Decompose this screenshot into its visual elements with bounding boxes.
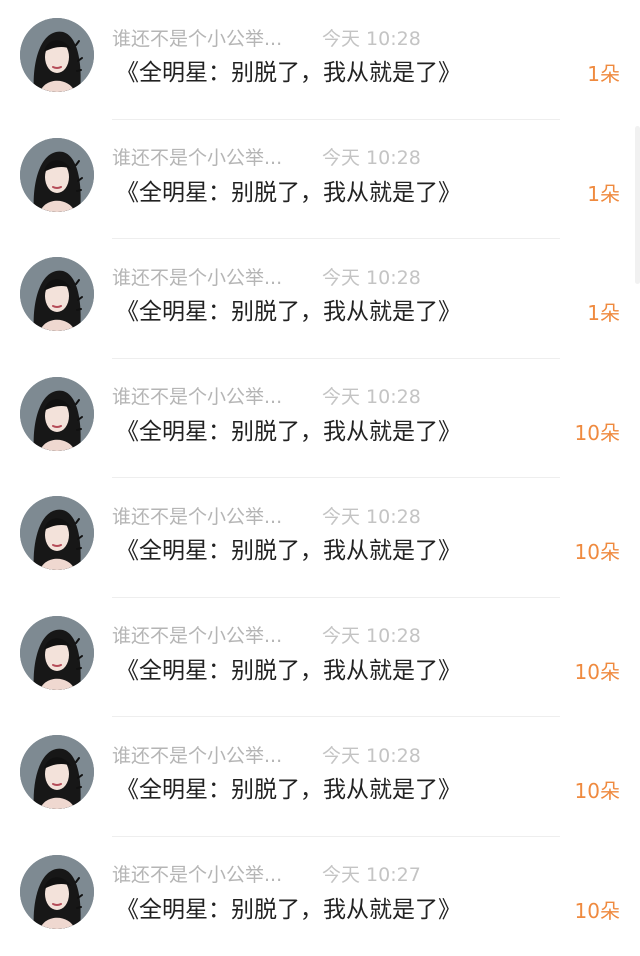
comment-message[interactable]: 《全明星：别脱了，我从就是了》 xyxy=(116,773,461,807)
username[interactable]: 谁还不是个小公举... xyxy=(112,502,310,529)
avatar-portrait-icon[interactable] xyxy=(20,377,94,451)
comment-meta: 谁还不是个小公举... 今天 10:28 xyxy=(112,622,421,648)
username[interactable]: 谁还不是个小公举... xyxy=(112,24,310,51)
avatar-portrait-icon[interactable] xyxy=(20,138,94,212)
comment-meta: 谁还不是个小公举... 今天 10:28 xyxy=(112,24,421,50)
avatar-portrait-icon[interactable] xyxy=(20,616,94,690)
username[interactable]: 谁还不是个小公举... xyxy=(112,382,310,409)
avatar-portrait-icon[interactable] xyxy=(20,855,94,929)
flower-count[interactable]: 10朵 xyxy=(575,655,620,689)
timestamp: 今天 10:28 xyxy=(322,741,421,768)
comment-message[interactable]: 《全明星：别脱了，我从就是了》 xyxy=(116,415,461,449)
comment-meta: 谁还不是个小公举... 今天 10:27 xyxy=(112,861,421,887)
comment-message[interactable]: 《全明星：别脱了，我从就是了》 xyxy=(116,654,461,688)
username[interactable]: 谁还不是个小公举... xyxy=(112,860,310,887)
timestamp: 今天 10:28 xyxy=(322,502,421,529)
avatar-portrait-icon[interactable] xyxy=(20,257,94,331)
flower-count[interactable]: 10朵 xyxy=(575,535,620,569)
comment-meta: 谁还不是个小公举... 今天 10:28 xyxy=(112,263,421,289)
timestamp: 今天 10:28 xyxy=(322,382,421,409)
comment-message[interactable]: 《全明星：别脱了，我从就是了》 xyxy=(116,176,461,210)
comment-message[interactable]: 《全明星：别脱了，我从就是了》 xyxy=(116,534,461,568)
flower-count[interactable]: 10朵 xyxy=(575,774,620,808)
scrollbar-track[interactable] xyxy=(635,126,640,284)
comment-row[interactable]: 谁还不是个小公举... 今天 10:28 《全明星：别脱了，我从就是了》 10朵 xyxy=(0,478,640,598)
comment-row[interactable]: 谁还不是个小公举... 今天 10:28 《全明星：别脱了，我从就是了》 1朵 xyxy=(0,120,640,240)
timestamp: 今天 10:28 xyxy=(322,143,421,170)
comment-message[interactable]: 《全明星：别脱了，我从就是了》 xyxy=(116,56,461,90)
username[interactable]: 谁还不是个小公举... xyxy=(112,143,310,170)
flower-count[interactable]: 1朵 xyxy=(587,177,620,211)
comment-meta: 谁还不是个小公举... 今天 10:28 xyxy=(112,741,421,767)
comment-row[interactable]: 谁还不是个小公举... 今天 10:28 《全明星：别脱了，我从就是了》 1朵 xyxy=(0,239,640,359)
comment-row[interactable]: 谁还不是个小公举... 今天 10:28 《全明星：别脱了，我从就是了》 1朵 xyxy=(0,0,640,120)
timestamp: 今天 10:28 xyxy=(322,621,421,648)
username[interactable]: 谁还不是个小公举... xyxy=(112,741,310,768)
timestamp: 今天 10:27 xyxy=(322,860,421,887)
comment-row[interactable]: 谁还不是个小公举... 今天 10:28 《全明星：别脱了，我从就是了》 10朵 xyxy=(0,598,640,718)
username[interactable]: 谁还不是个小公举... xyxy=(112,263,310,290)
comment-message[interactable]: 《全明星：别脱了，我从就是了》 xyxy=(116,295,461,329)
flower-count[interactable]: 1朵 xyxy=(587,57,620,91)
flower-count[interactable]: 10朵 xyxy=(575,416,620,450)
comment-list: 谁还不是个小公举... 今天 10:28 《全明星：别脱了，我从就是了》 1朵 … xyxy=(0,0,640,956)
comment-row[interactable]: 谁还不是个小公举... 今天 10:28 《全明星：别脱了，我从就是了》 10朵 xyxy=(0,359,640,479)
comment-row[interactable]: 谁还不是个小公举... 今天 10:28 《全明星：别脱了，我从就是了》 10朵 xyxy=(0,717,640,837)
avatar-portrait-icon[interactable] xyxy=(20,18,94,92)
comment-meta: 谁还不是个小公举... 今天 10:28 xyxy=(112,502,421,528)
username[interactable]: 谁还不是个小公举... xyxy=(112,621,310,648)
avatar-portrait-icon[interactable] xyxy=(20,496,94,570)
timestamp: 今天 10:28 xyxy=(322,24,421,51)
flower-count[interactable]: 1朵 xyxy=(587,296,620,330)
flower-count[interactable]: 10朵 xyxy=(575,894,620,928)
comment-row[interactable]: 谁还不是个小公举... 今天 10:27 《全明星：别脱了，我从就是了》 10朵 xyxy=(0,837,640,956)
comment-meta: 谁还不是个小公举... 今天 10:28 xyxy=(112,144,421,170)
avatar-portrait-icon[interactable] xyxy=(20,735,94,809)
timestamp: 今天 10:28 xyxy=(322,263,421,290)
comment-meta: 谁还不是个小公举... 今天 10:28 xyxy=(112,383,421,409)
comment-message[interactable]: 《全明星：别脱了，我从就是了》 xyxy=(116,893,461,927)
